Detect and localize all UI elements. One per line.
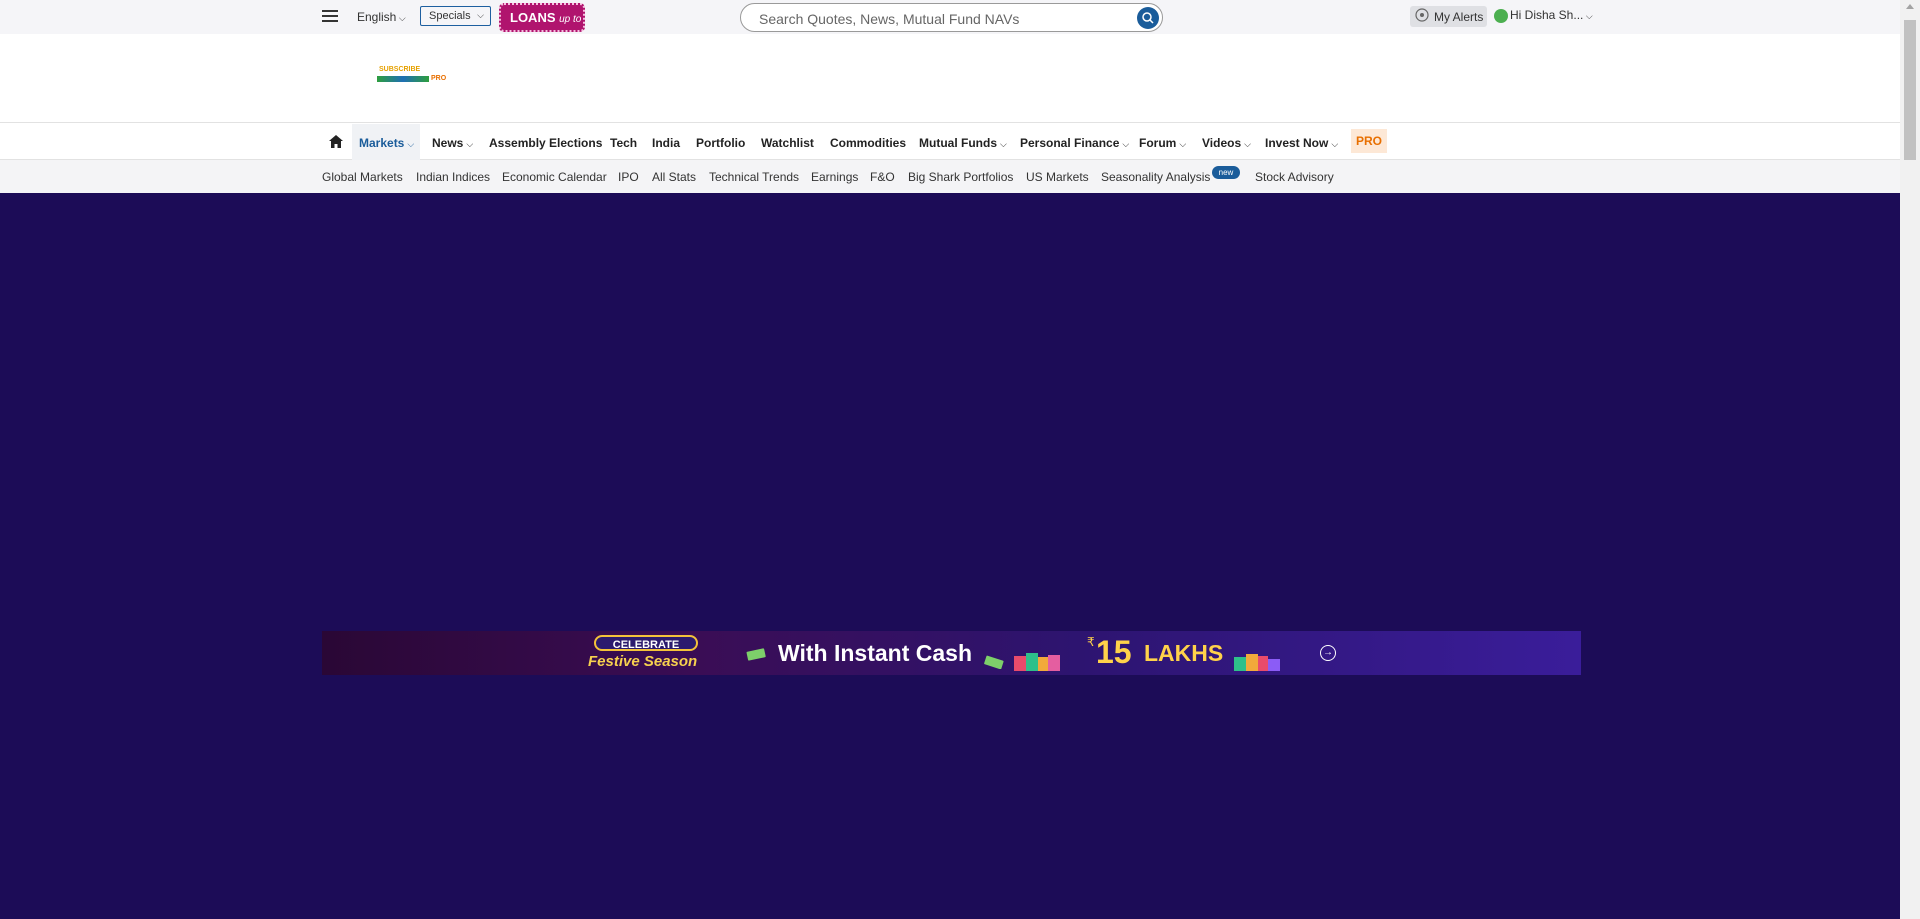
my-alerts-button[interactable]: My Alerts bbox=[1410, 6, 1487, 27]
nav-label: Tech bbox=[610, 136, 638, 150]
new-badge: new bbox=[1212, 166, 1240, 179]
nav-item-india[interactable]: India bbox=[652, 136, 680, 150]
ad-band: SUBSCRIBE PRO bbox=[0, 34, 1900, 122]
amount-label: 15 bbox=[1096, 634, 1132, 670]
subnav-technical-trends[interactable]: Technical Trends bbox=[709, 170, 799, 184]
nav-label: Mutual Funds bbox=[919, 136, 997, 150]
promo-banner[interactable]: CELEBRATE Festive Season With Instant Ca… bbox=[322, 631, 1581, 675]
subnav-fno[interactable]: F&O bbox=[870, 170, 895, 184]
lakhs-label: LAKHS bbox=[1144, 640, 1224, 666]
chevron-down-icon: ⌵ bbox=[477, 10, 484, 20]
search-input[interactable] bbox=[757, 10, 1121, 28]
chevron-down-icon: ⌵ bbox=[466, 139, 474, 149]
celebrate-label: CELEBRATE bbox=[594, 635, 698, 651]
hamburger-menu-icon[interactable] bbox=[322, 10, 338, 22]
chevron-down-icon: ⌵ bbox=[1244, 139, 1251, 149]
nav-item-forum[interactable]: Forum ⌵ bbox=[1139, 136, 1186, 150]
subnav-global-markets[interactable]: Global Markets bbox=[322, 170, 403, 184]
instant-cash-label: With Instant Cash bbox=[778, 640, 973, 666]
search-button[interactable] bbox=[1137, 7, 1159, 29]
subnav-economic-calendar[interactable]: Economic Calendar bbox=[502, 170, 607, 184]
subnav-earnings[interactable]: Earnings bbox=[811, 170, 858, 184]
shopping-bags-icon bbox=[1234, 654, 1280, 671]
top-bar: English ⌵ Specials ⌵ LOANS up to My Alert… bbox=[0, 0, 1900, 34]
search-icon bbox=[1142, 12, 1154, 24]
nav-item-invest-now[interactable]: Invest Now ⌵ bbox=[1265, 136, 1338, 150]
scrollbar-thumb[interactable] bbox=[1904, 20, 1916, 160]
cash-icon bbox=[984, 655, 1004, 669]
nav-label: Videos bbox=[1202, 136, 1242, 150]
nav-label: India bbox=[652, 136, 681, 150]
main-nav: Markets ⌵ News ⌵ Assembly Elections Tech I… bbox=[0, 122, 1900, 160]
language-selector[interactable]: English ⌵ bbox=[357, 10, 406, 24]
search-box bbox=[740, 3, 1163, 32]
my-alerts-label: My Alerts bbox=[1434, 10, 1484, 24]
nav-label: Invest Now bbox=[1265, 136, 1329, 150]
pro-button[interactable]: PRO bbox=[1351, 129, 1387, 153]
celebrate-badge: CELEBRATE Festive Season bbox=[566, 633, 726, 671]
chevron-down-icon: ⌵ bbox=[1122, 139, 1130, 149]
nav-label: Forum bbox=[1139, 136, 1177, 150]
scroll-up-icon[interactable] bbox=[1906, 4, 1914, 9]
nav-label: Assembly Elections bbox=[489, 136, 603, 150]
nav-item-markets[interactable]: Markets ⌵ bbox=[359, 136, 414, 150]
chevron-down-icon: ⌵ bbox=[1000, 139, 1007, 149]
nav-label: Portfolio bbox=[696, 136, 746, 150]
logo-line1: SUBSCRIBE bbox=[379, 66, 421, 73]
loans-sub-label: up to bbox=[559, 14, 582, 25]
nav-item-tech[interactable]: Tech bbox=[610, 136, 637, 150]
subnav-seasonality-analysis[interactable]: Seasonality Analysis bbox=[1101, 170, 1210, 184]
bell-icon bbox=[1415, 8, 1429, 22]
avatar bbox=[1494, 8, 1508, 23]
subnav-big-shark-portfolios[interactable]: Big Shark Portfolios bbox=[908, 170, 1013, 184]
logo-stripe bbox=[377, 76, 429, 82]
specials-label: Specials bbox=[429, 10, 471, 22]
subnav-all-stats[interactable]: All Stats bbox=[652, 170, 696, 184]
nav-label: Commodities bbox=[830, 136, 907, 150]
festive-label: Festive Season bbox=[588, 653, 698, 670]
nav-item-portfolio[interactable]: Portfolio bbox=[696, 136, 745, 150]
nav-label: Markets bbox=[359, 136, 405, 150]
sub-nav: Global Markets Indian Indices Economic C… bbox=[0, 160, 1900, 193]
chevron-down-icon: ⌵ bbox=[407, 139, 415, 149]
nav-label: Watchlist bbox=[761, 136, 814, 150]
nav-item-news[interactable]: News ⌵ bbox=[432, 136, 473, 150]
language-label: English bbox=[357, 10, 397, 24]
nav-item-personal-finance[interactable]: Personal Finance ⌵ bbox=[1020, 136, 1129, 150]
specials-dropdown[interactable]: Specials ⌵ bbox=[420, 6, 491, 26]
loans-button[interactable]: LOANS up to bbox=[499, 3, 585, 32]
loans-label: LOANS bbox=[510, 10, 556, 25]
subnav-stock-advisory[interactable]: Stock Advisory bbox=[1255, 170, 1334, 184]
chevron-down-icon: ⌵ bbox=[1179, 139, 1187, 149]
scrollbar[interactable] bbox=[1900, 0, 1920, 919]
logo-line3: PRO bbox=[431, 75, 447, 82]
user-menu[interactable]: Hi Disha Sh... ⌵ bbox=[1494, 8, 1593, 23]
chevron-down-icon: ⌵ bbox=[396, 13, 406, 23]
subnav-ipo[interactable]: IPO bbox=[618, 170, 639, 184]
home-icon[interactable] bbox=[329, 135, 343, 148]
arrow-right-icon[interactable]: → bbox=[1320, 645, 1336, 661]
chevron-down-icon: ⌵ bbox=[1583, 11, 1593, 21]
cash-icon bbox=[746, 648, 766, 661]
nav-item-assembly-elections[interactable]: Assembly Elections bbox=[489, 136, 602, 150]
rupee-symbol: ₹ bbox=[1087, 635, 1095, 649]
chevron-down-icon: ⌵ bbox=[1331, 139, 1339, 149]
subnav-us-markets[interactable]: US Markets bbox=[1026, 170, 1089, 184]
nav-item-videos[interactable]: Videos ⌵ bbox=[1202, 136, 1251, 150]
nav-item-mutual-funds[interactable]: Mutual Funds ⌵ bbox=[919, 136, 1007, 150]
nav-item-watchlist[interactable]: Watchlist bbox=[761, 136, 814, 150]
subscribe-pro-logo[interactable]: SUBSCRIBE PRO bbox=[377, 66, 449, 90]
nav-label: Personal Finance bbox=[1020, 136, 1120, 150]
nav-label: News bbox=[432, 136, 464, 150]
subnav-indian-indices[interactable]: Indian Indices bbox=[416, 170, 490, 184]
user-greeting: Hi Disha Sh... bbox=[1510, 8, 1584, 22]
nav-item-commodities[interactable]: Commodities bbox=[830, 136, 906, 150]
shopping-bags-icon bbox=[1014, 653, 1060, 671]
